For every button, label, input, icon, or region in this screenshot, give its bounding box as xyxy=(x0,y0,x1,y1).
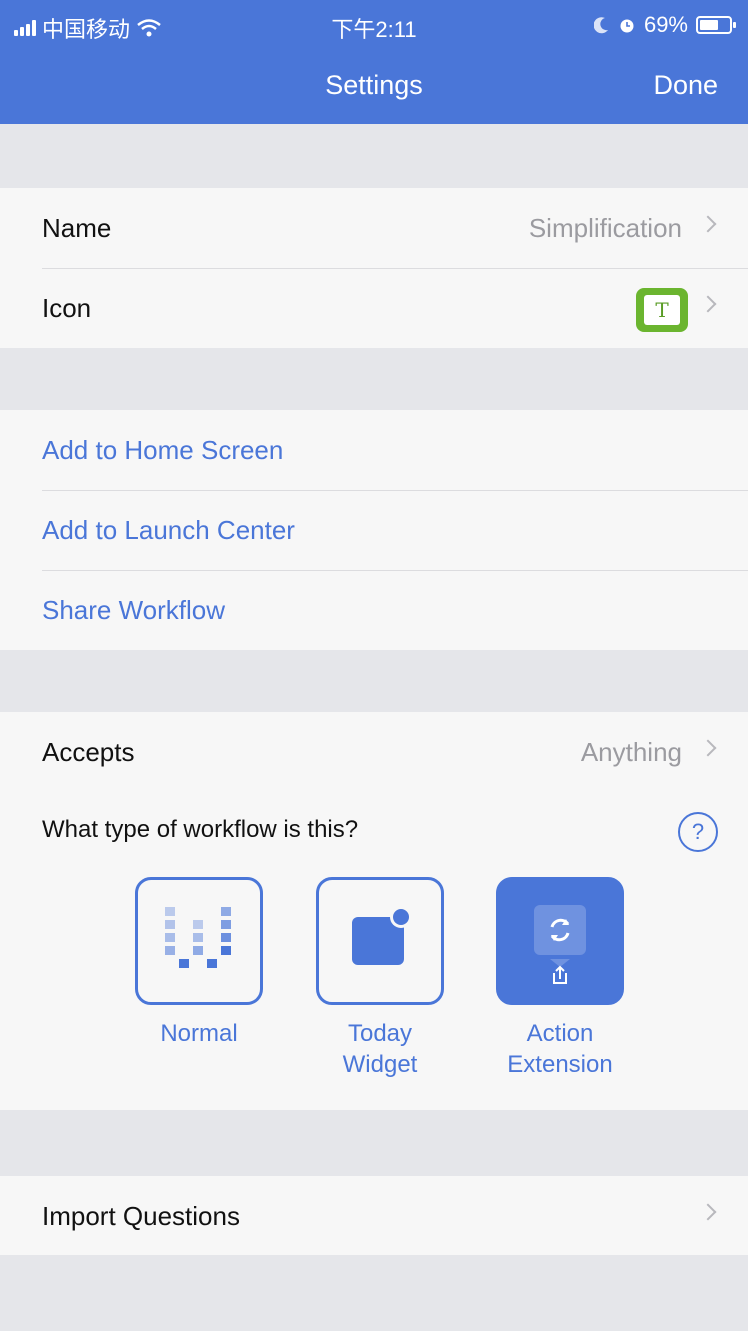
workflow-app-icon: T xyxy=(636,288,688,332)
alarm-icon xyxy=(620,19,634,33)
add-to-home-screen-row[interactable]: Add to Home Screen xyxy=(0,410,748,490)
share-workflow-link[interactable]: Share Workflow xyxy=(42,570,225,650)
accepts-row[interactable]: Accepts Anything xyxy=(0,712,748,792)
share-workflow-row[interactable]: Share Workflow xyxy=(0,570,748,650)
import-section: Import Questions xyxy=(0,1176,748,1256)
app-icon-glyph: T xyxy=(644,295,680,325)
battery-icon xyxy=(696,16,736,34)
status-bar: 中国移动 下午2:11 69% xyxy=(0,0,748,48)
add-to-home-screen-link[interactable]: Add to Home Screen xyxy=(42,410,283,490)
workflow-type-section: Accepts Anything What type of workflow i… xyxy=(0,712,748,1110)
chevron-right-icon xyxy=(699,215,717,233)
icon-label: Icon xyxy=(42,293,92,323)
navigation-bar: 中国移动 下午2:11 69% Settings Done xyxy=(0,0,748,124)
workflow-type-question: What type of workflow is this? xyxy=(42,816,359,843)
add-to-launch-center-row[interactable]: Add to Launch Center xyxy=(0,490,748,570)
name-label: Name xyxy=(42,213,112,243)
action-extension-type-label: Action Extension xyxy=(507,1020,613,1078)
normal-type-label: Normal xyxy=(160,1020,238,1047)
normal-workflow-icon xyxy=(165,907,231,968)
done-button[interactable]: Done xyxy=(653,70,718,101)
import-questions-label: Import Questions xyxy=(42,1201,240,1231)
today-widget-type-option[interactable] xyxy=(316,877,444,1005)
icon-row[interactable]: Icon T xyxy=(0,268,748,348)
chevron-right-icon xyxy=(699,1203,717,1221)
today-widget-type-label: Today Widget xyxy=(342,1020,418,1078)
chevron-right-icon xyxy=(699,739,717,757)
action-extension-icon xyxy=(534,905,586,984)
name-value: Simplification xyxy=(528,213,682,243)
battery-percent: 69% xyxy=(643,12,688,37)
general-section: Name Simplification Icon T xyxy=(0,188,748,348)
normal-type-option[interactable] xyxy=(135,877,263,1005)
import-questions-row[interactable]: Import Questions xyxy=(0,1176,748,1256)
moon-icon xyxy=(593,17,608,34)
accepts-value: Anything xyxy=(580,737,682,767)
page-title: Settings xyxy=(325,70,423,100)
actions-section: Add to Home Screen Add to Launch Center … xyxy=(0,410,748,650)
today-widget-icon xyxy=(352,906,412,965)
chevron-right-icon xyxy=(699,295,717,313)
help-icon[interactable]: ? xyxy=(678,812,718,852)
action-extension-type-option[interactable] xyxy=(496,877,624,1005)
add-to-launch-center-link[interactable]: Add to Launch Center xyxy=(42,490,295,570)
background-fill xyxy=(0,1255,748,1331)
status-right: 69% xyxy=(593,12,736,38)
accepts-label: Accepts xyxy=(42,737,135,767)
name-row[interactable]: Name Simplification xyxy=(0,188,748,268)
